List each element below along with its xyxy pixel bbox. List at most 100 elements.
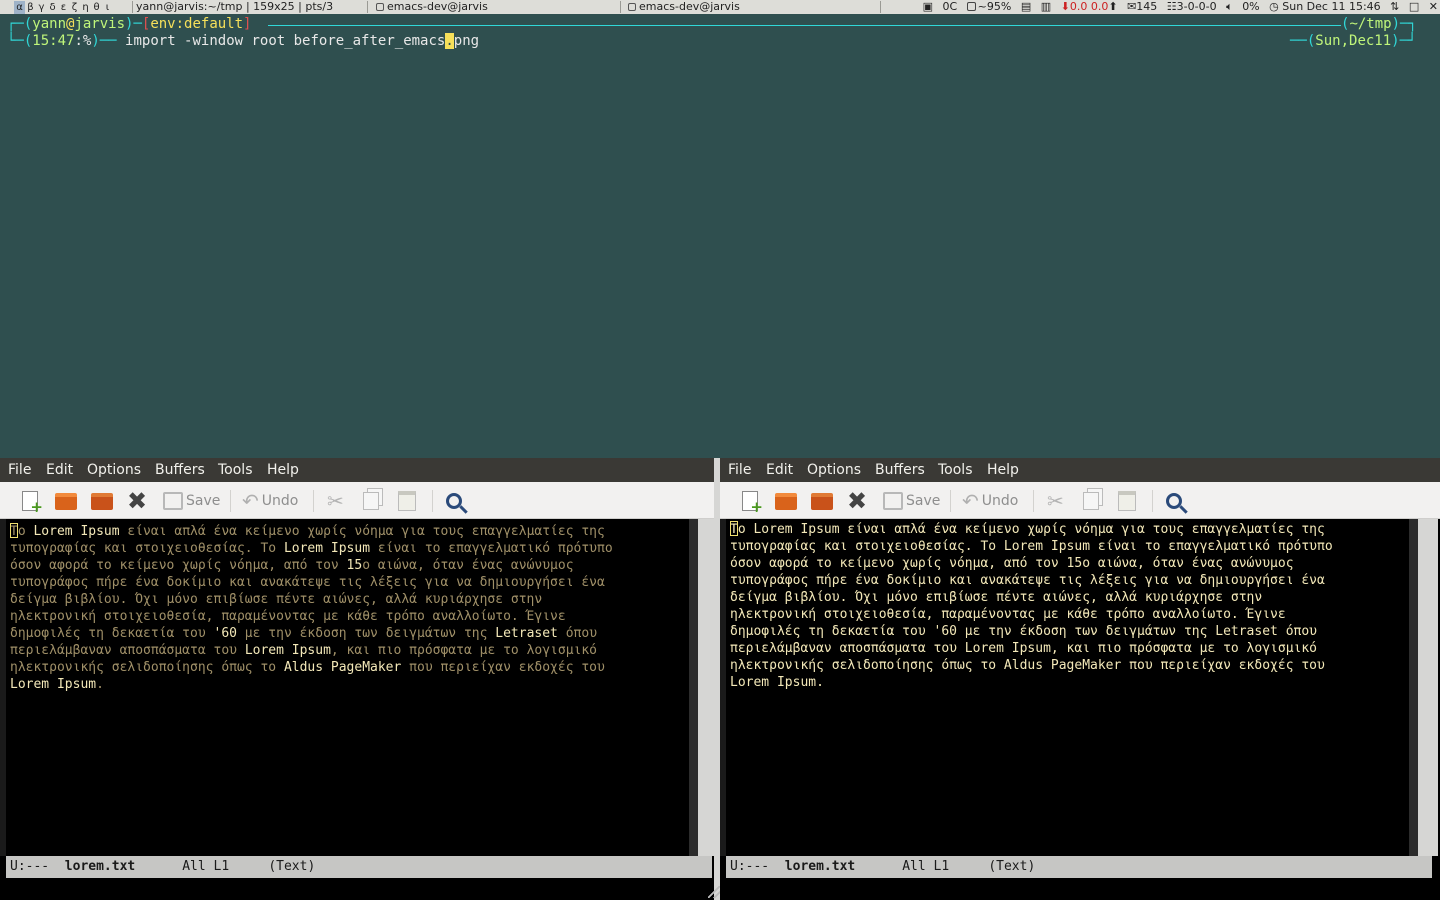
- menu-options[interactable]: Options: [87, 458, 141, 482]
- open-file-button[interactable]: [775, 488, 797, 514]
- emacs-frame-after[interactable]: File Edit Options Buffers Tools Help ✖ S…: [720, 458, 1440, 900]
- open-directory-button[interactable]: [91, 488, 113, 514]
- paste-button[interactable]: [398, 488, 416, 514]
- menu-buffers[interactable]: Buffers: [875, 458, 925, 482]
- close-buffer-button[interactable]: ✖: [127, 488, 147, 514]
- menu-bar: File Edit Options Buffers Tools Help: [0, 458, 720, 482]
- buffer-line: Το Lorem Ipsum είναι απλά ένα κείμενο χω…: [730, 521, 1325, 537]
- buffer-line: δείγμα βιβλίου. Όχι μόνο επιβίωσε πέντε …: [730, 590, 1263, 605]
- workspace-tab[interactable]: ε: [58, 1, 69, 14]
- menu-edit[interactable]: Edit: [766, 458, 793, 482]
- task-emacs-1[interactable]: emacs-dev@jarvis: [376, 0, 488, 14]
- modeline-position: All L1: [182, 859, 230, 874]
- task-terminal[interactable]: yann@jarvis:~/tmp | 159x25 | pts/3: [136, 0, 333, 14]
- task-count-values: 3-0-0-0: [1176, 0, 1217, 13]
- new-file-button[interactable]: [742, 488, 763, 516]
- mode-line[interactable]: U:--- lorem.txt All L1 (Text): [6, 856, 712, 878]
- modeline-position: All L1: [902, 859, 950, 874]
- search-icon: [446, 493, 462, 509]
- command-text: import -window root before_after_emacs: [125, 33, 446, 49]
- buffer-text-area[interactable]: Το Lorem Ipsum είναι απλά ένα κείμενο χω…: [6, 519, 696, 856]
- copy-icon: [363, 492, 379, 510]
- menu-tools[interactable]: Tools: [218, 458, 253, 482]
- copy-button[interactable]: [363, 488, 379, 514]
- save-button[interactable]: Save: [883, 488, 940, 514]
- divider: [880, 1, 881, 13]
- command-text-tail: png: [453, 33, 480, 49]
- layout-icon[interactable]: ⇅: [1390, 0, 1399, 14]
- save-label: Save: [906, 493, 941, 509]
- mode-line[interactable]: U:--- lorem.txt All L1 (Text): [726, 856, 1432, 878]
- open-directory-button[interactable]: [811, 488, 833, 514]
- workspace-tab[interactable]: η: [80, 1, 91, 14]
- close-buffer-button[interactable]: ✖: [847, 488, 867, 514]
- workspace-switcher[interactable]: αβγδεζηθι: [14, 0, 113, 14]
- cut-button[interactable]: ✂: [1047, 488, 1064, 514]
- workspace-tab[interactable]: θ: [91, 1, 102, 14]
- workspace-tab[interactable]: α: [14, 1, 25, 14]
- toolbar-separator: [313, 490, 314, 512]
- buffer-line: τυπογράφος πήρε ένα δοκίμιο και ανακάτεψ…: [10, 575, 605, 590]
- paste-icon: [1118, 491, 1136, 511]
- undo-icon: ↶: [962, 489, 979, 513]
- mail-status: ✉145: [1127, 0, 1157, 14]
- search-button[interactable]: [446, 488, 462, 514]
- point-cursor: [730, 521, 738, 536]
- undo-label: Undo: [981, 493, 1019, 509]
- undo-button[interactable]: ↶ Undo: [242, 488, 298, 514]
- close-icon: ✖: [127, 487, 148, 515]
- buffer-line: Lorem Ipsum.: [10, 677, 104, 692]
- right-fringe: [689, 519, 698, 856]
- task-emacs-2[interactable]: emacs-dev@jarvis: [628, 0, 740, 14]
- undo-button[interactable]: ↶ Undo: [962, 488, 1018, 514]
- undo-icon: ↶: [242, 489, 259, 513]
- menu-tools[interactable]: Tools: [938, 458, 973, 482]
- battery-level: ~95%: [977, 0, 1012, 13]
- save-button[interactable]: Save: [163, 488, 220, 514]
- open-file-button[interactable]: [55, 488, 77, 514]
- buffer-text-area[interactable]: Το Lorem Ipsum είναι απλά ένα κείμενο χω…: [726, 519, 1416, 856]
- folder-icon: [55, 492, 77, 510]
- echo-area[interactable]: [6, 878, 696, 900]
- terminal-window[interactable]: ┌─(yann@jarvis)─[env:default] (~/tmp)─┐ …: [0, 14, 1440, 458]
- prompt-line-2[interactable]: └─(15:47:%)── import -window root before…: [7, 33, 479, 50]
- modeline-buffer-name[interactable]: lorem.txt: [785, 859, 855, 874]
- scrollbar[interactable]: [1418, 519, 1438, 856]
- emacs-frame-before[interactable]: File Edit Options Buffers Tools Help ✖ S…: [0, 458, 720, 900]
- buffer-line: περιελάμβαναν αποσπάσματα του Lorem Ipsu…: [10, 643, 598, 658]
- menu-buffers[interactable]: Buffers: [155, 458, 205, 482]
- close-icon[interactable]: ✕: [1429, 0, 1438, 14]
- modeline-mode[interactable]: (Text): [268, 859, 315, 874]
- workspace-tab[interactable]: ζ: [69, 1, 80, 14]
- menu-file[interactable]: File: [728, 458, 751, 482]
- prompt-env: env:default: [150, 16, 244, 32]
- workspace-tab[interactable]: δ: [47, 1, 58, 14]
- paste-button[interactable]: [1118, 488, 1136, 514]
- chip-icon: ▣: [922, 0, 933, 13]
- menu-help[interactable]: Help: [987, 458, 1019, 482]
- buffer-text: Το Lorem Ipsum είναι απλά ένα κείμενο χω…: [10, 523, 690, 693]
- workspace-tab[interactable]: β: [25, 1, 36, 14]
- modeline-mode[interactable]: (Text): [988, 859, 1035, 874]
- tray-square-icon[interactable]: □: [1409, 0, 1419, 14]
- toolbar-separator: [230, 490, 231, 512]
- search-icon: [1166, 493, 1182, 509]
- echo-area[interactable]: [726, 878, 1416, 900]
- resize-grip-icon[interactable]: [708, 886, 720, 898]
- modeline-buffer-name[interactable]: lorem.txt: [65, 859, 135, 874]
- volume-icon[interactable]: 🔈︎: [1226, 0, 1233, 14]
- menu-help[interactable]: Help: [267, 458, 299, 482]
- disk-icon: ▥: [1040, 0, 1052, 13]
- workspace-tab[interactable]: γ: [36, 1, 47, 14]
- buffer-line: τυπογράφος πήρε ένα δοκίμιο και ανακάτεψ…: [730, 573, 1325, 588]
- workspace-tab[interactable]: ι: [102, 1, 113, 14]
- modeline-status: U:---: [730, 859, 770, 874]
- new-file-button[interactable]: [22, 488, 43, 516]
- menu-edit[interactable]: Edit: [46, 458, 73, 482]
- cut-button[interactable]: ✂: [327, 488, 344, 514]
- menu-options[interactable]: Options: [807, 458, 861, 482]
- copy-button[interactable]: [1083, 488, 1099, 514]
- buffer-line: περιελάμβαναν αποσπάσματα του Lorem Ipsu…: [730, 641, 1317, 656]
- menu-file[interactable]: File: [8, 458, 31, 482]
- search-button[interactable]: [1166, 488, 1182, 514]
